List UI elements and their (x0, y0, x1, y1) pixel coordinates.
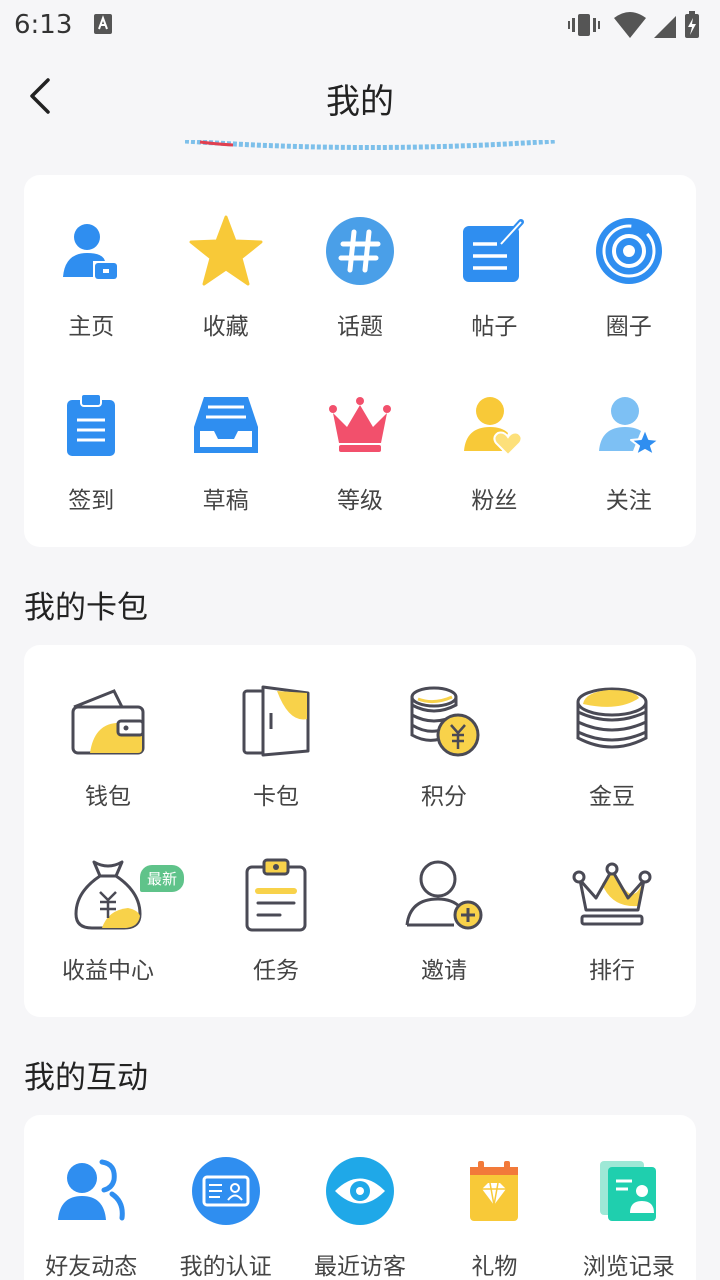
fan-heart-icon (454, 385, 534, 465)
wallet-label: 积分 (421, 784, 467, 810)
interaction-label: 好友动态 (45, 1254, 138, 1280)
interaction-friends-feed[interactable]: 好友动态 (24, 1151, 158, 1280)
header: 我的 (0, 50, 720, 142)
new-badge: 最新 (140, 865, 185, 892)
interaction-card: 好友动态 我的认证 最近访客 礼物 浏览记录 (24, 1115, 696, 1280)
friends-icon (51, 1151, 131, 1231)
ranking-crown-icon (572, 855, 652, 935)
interaction-verification[interactable]: 我的认证 (158, 1151, 292, 1280)
shortcut-level[interactable]: 等级 (293, 385, 427, 515)
shortcut-home[interactable]: 主页 (24, 211, 158, 341)
wallet-label: 任务 (253, 958, 299, 984)
shortcut-drafts[interactable]: 草稿 (158, 385, 292, 515)
shortcut-checkin[interactable]: 签到 (24, 385, 158, 515)
wallet-item-tasks[interactable]: 任务 (192, 855, 360, 985)
shortcut-label: 草稿 (202, 488, 249, 514)
wallet-item-ranking[interactable]: 排行 (528, 855, 696, 985)
shortcut-label: 粉丝 (471, 488, 518, 514)
money-bag-icon (68, 855, 148, 935)
wallet-label: 收益中心 (62, 958, 154, 984)
follow-star-icon (589, 385, 669, 465)
star-icon (186, 211, 266, 291)
browse-history-icon (589, 1151, 669, 1231)
wallet-label: 邀请 (421, 958, 467, 984)
wallet-item-invite[interactable]: 邀请 (360, 855, 528, 985)
circle-target-icon (589, 211, 669, 291)
wallet-item-wallet[interactable]: 钱包 (24, 681, 192, 811)
wallet-icon (68, 681, 148, 761)
interaction-gifts[interactable]: 礼物 (427, 1151, 561, 1280)
shortcut-label: 收藏 (202, 314, 249, 340)
shortcut-circles[interactable]: 圈子 (562, 211, 696, 341)
post-edit-icon (454, 211, 534, 291)
shortcut-favorites[interactable]: 收藏 (158, 211, 292, 341)
shortcut-following[interactable]: 关注 (562, 385, 696, 515)
battery-icon (685, 11, 699, 38)
shortcut-topics[interactable]: 话题 (293, 211, 427, 341)
shortcut-label: 等级 (336, 488, 383, 514)
signal-icon (654, 16, 676, 38)
wallet-item-points[interactable]: 积分 (360, 681, 528, 811)
card-pack-icon (236, 681, 316, 761)
points-coins-icon (404, 681, 484, 761)
shortcut-label: 帖子 (471, 314, 518, 340)
interaction-label: 我的认证 (179, 1254, 272, 1280)
wallet-label: 钱包 (85, 784, 131, 810)
shortcut-card: 主页 收藏 话题 帖子 圈子 签到 草稿 等级 粉丝 关注 (24, 175, 696, 547)
wallet-label: 卡包 (253, 784, 299, 810)
id-card-icon (186, 1151, 266, 1231)
hashtag-icon (320, 211, 400, 291)
vibrate-icon (568, 14, 600, 36)
invite-user-icon (404, 855, 484, 935)
wallet-label: 排行 (589, 958, 635, 984)
section-title-wallet: 我的卡包 (24, 590, 148, 626)
decorative-banner-edge (185, 140, 555, 150)
wifi-icon (614, 12, 646, 38)
task-clipboard-icon (236, 855, 316, 935)
eye-icon (320, 1151, 400, 1231)
gold-beans-icon (572, 681, 652, 761)
shortcut-label: 关注 (605, 488, 652, 514)
shortcut-fans[interactable]: 粉丝 (427, 385, 561, 515)
wallet-item-cards[interactable]: 卡包 (192, 681, 360, 811)
shortcut-label: 圈子 (605, 314, 652, 340)
shortcut-label: 签到 (68, 488, 115, 514)
status-time: 6:13 (14, 10, 73, 40)
interaction-label: 礼物 (471, 1254, 518, 1280)
wallet-item-gold-beans[interactable]: 金豆 (528, 681, 696, 811)
shortcut-posts[interactable]: 帖子 (427, 211, 561, 341)
user-home-icon (51, 211, 131, 291)
shortcut-label: 话题 (336, 314, 383, 340)
crown-icon (320, 385, 400, 465)
inbox-tray-icon (186, 385, 266, 465)
interaction-browse-history[interactable]: 浏览记录 (562, 1151, 696, 1280)
wallet-label: 金豆 (589, 784, 635, 810)
wallet-card: 钱包 卡包 积分 金豆 最新 收益中心 任务 邀请 排行 (24, 645, 696, 1017)
interaction-label: 最近访客 (313, 1254, 406, 1280)
status-bar: 6:13 (0, 0, 720, 50)
page-title: 我的 (326, 82, 394, 122)
interaction-recent-visitors[interactable]: 最近访客 (293, 1151, 427, 1280)
status-icons (568, 11, 699, 38)
section-title-interaction: 我的互动 (24, 1060, 148, 1096)
interaction-label: 浏览记录 (582, 1254, 675, 1280)
keyboard-indicator-icon (94, 14, 112, 34)
wallet-item-earnings[interactable]: 最新 收益中心 (24, 855, 192, 985)
shortcut-label: 主页 (68, 314, 115, 340)
gift-diamond-icon (454, 1151, 534, 1231)
clipboard-icon (51, 385, 131, 465)
